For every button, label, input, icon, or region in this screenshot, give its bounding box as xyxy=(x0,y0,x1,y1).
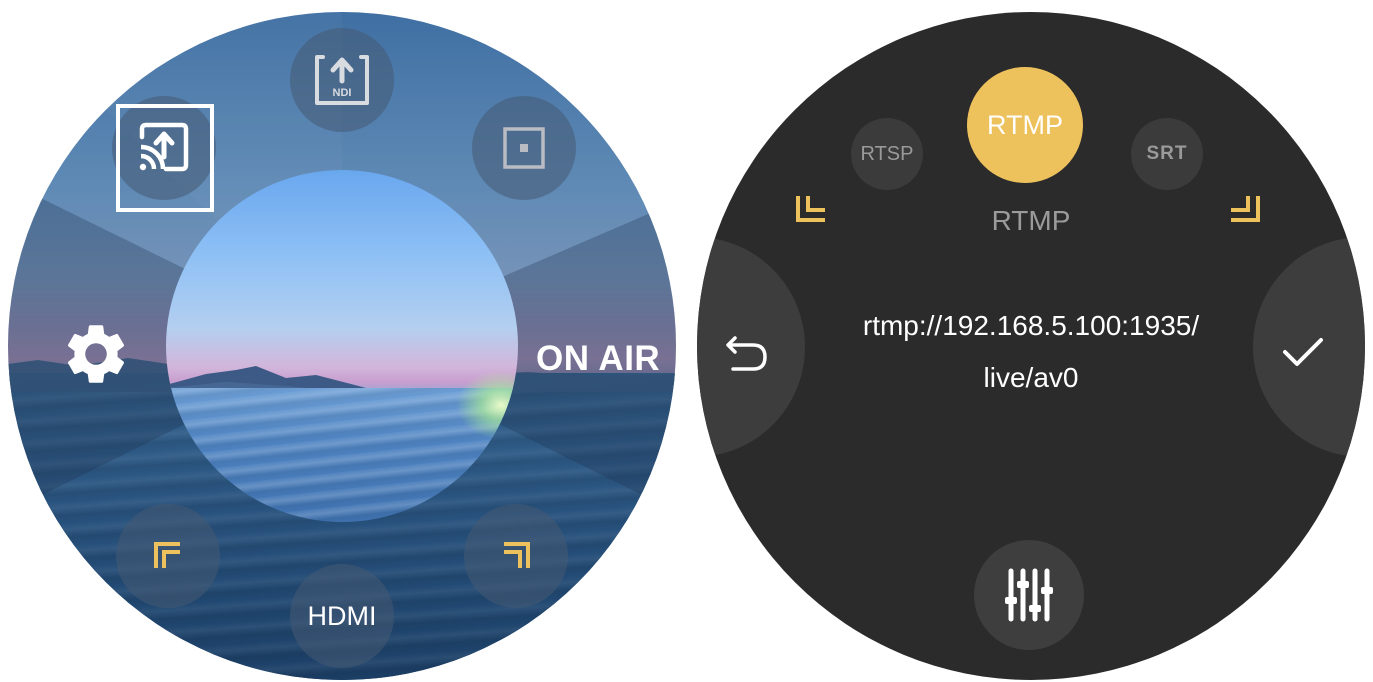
on-air-button[interactable]: ON AIR xyxy=(536,339,660,379)
stream-url-line-2[interactable]: live/av0 xyxy=(697,362,1365,394)
corner-bracket-icon xyxy=(154,542,180,568)
corner-bracket-icon xyxy=(504,542,530,568)
ndi-upload-icon: NDI xyxy=(315,55,369,105)
protocol-rtmp-button[interactable]: RTMP xyxy=(967,67,1083,183)
sliders-icon xyxy=(1005,568,1053,622)
protocol-dial: RTSP RTMP SRT RTMP rtmp://192.168.5.100:… xyxy=(697,12,1365,680)
protocol-srt-button[interactable]: SRT xyxy=(1131,118,1203,190)
record-square-icon xyxy=(503,127,545,169)
crop-left-button[interactable] xyxy=(116,504,220,608)
hdmi-label: HDMI xyxy=(307,600,377,631)
settings-sliders-button[interactable] xyxy=(974,540,1084,650)
ndi-badge: NDI xyxy=(333,87,352,99)
crop-right-button[interactable] xyxy=(464,504,568,608)
ndi-button[interactable]: NDI xyxy=(290,28,394,132)
main-dial: NDI ON AIR HDMI xyxy=(8,12,676,680)
gear-icon xyxy=(67,325,125,383)
record-button[interactable] xyxy=(472,96,576,200)
protocol-title: RTMP xyxy=(991,205,1071,236)
live-preview[interactable] xyxy=(166,170,518,522)
selection-frame xyxy=(116,104,214,212)
hdmi-source-button[interactable]: HDMI xyxy=(290,564,394,668)
stream-url-line-1[interactable]: rtmp://192.168.5.100:1935/ xyxy=(697,310,1365,342)
screen: NDI ON AIR HDMI RTSP RTMP SRT RTMP rtmp:… xyxy=(0,0,1373,682)
settings-button[interactable] xyxy=(60,318,132,390)
protocol-rtsp-button[interactable]: RTSP xyxy=(851,118,923,190)
